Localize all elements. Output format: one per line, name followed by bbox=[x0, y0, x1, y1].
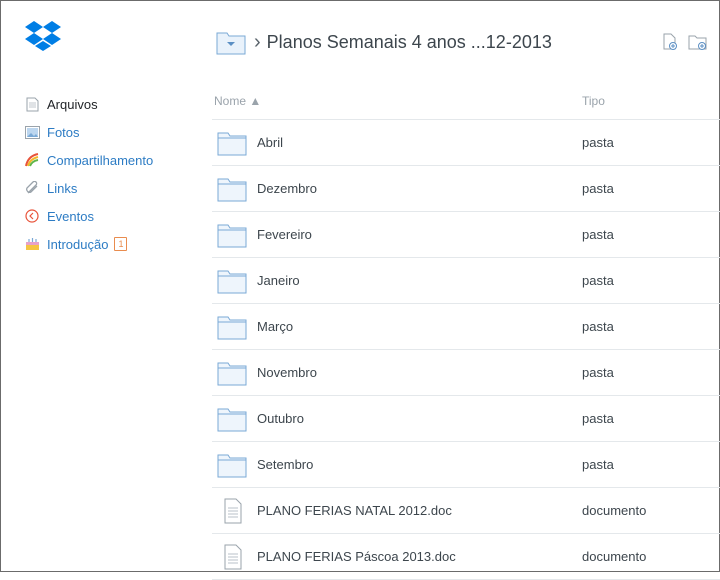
file-type: documento bbox=[582, 503, 647, 518]
table-row[interactable]: Março pasta bbox=[212, 304, 720, 350]
folder-icon bbox=[217, 454, 247, 478]
photo-icon bbox=[24, 124, 40, 140]
file-name[interactable]: PLANO FERIAS NATAL 2012.doc bbox=[257, 503, 452, 518]
sidebar: Arquivos Fotos Compartilhamento Links Ev… bbox=[24, 90, 194, 258]
cake-icon bbox=[24, 236, 40, 252]
new-folder-icon[interactable] bbox=[688, 33, 708, 51]
document-icon bbox=[224, 498, 242, 524]
file-type: pasta bbox=[582, 319, 614, 334]
header-actions bbox=[662, 33, 708, 51]
table-row[interactable]: Abril pasta bbox=[212, 120, 720, 166]
sidebar-item-compartilhamento[interactable]: Compartilhamento bbox=[24, 146, 194, 174]
sidebar-item-eventos[interactable]: Eventos bbox=[24, 202, 194, 230]
table-row[interactable]: Janeiro pasta bbox=[212, 258, 720, 304]
sidebar-item-label: Fotos bbox=[47, 124, 80, 140]
table-row[interactable]: Fevereiro pasta bbox=[212, 212, 720, 258]
sidebar-item-label: Links bbox=[47, 180, 78, 196]
sidebar-item-arquivos[interactable]: Arquivos bbox=[24, 90, 194, 118]
clock-icon bbox=[24, 208, 40, 224]
sidebar-item-fotos[interactable]: Fotos bbox=[24, 118, 194, 146]
folder-icon bbox=[217, 178, 247, 202]
notification-badge: 1 bbox=[114, 237, 128, 251]
file-name[interactable]: Novembro bbox=[257, 365, 317, 380]
new-file-icon[interactable] bbox=[662, 33, 678, 51]
file-name[interactable]: Fevereiro bbox=[257, 227, 312, 242]
table-row[interactable]: Novembro pasta bbox=[212, 350, 720, 396]
sidebar-item-label: Arquivos bbox=[47, 96, 98, 112]
column-header-name[interactable]: Nome ▲ bbox=[214, 94, 261, 108]
file-icon bbox=[24, 96, 40, 112]
file-name[interactable]: Setembro bbox=[257, 457, 313, 472]
folder-icon bbox=[217, 362, 247, 386]
breadcrumb: › Planos Semanais 4 anos ...12-2013 bbox=[216, 24, 552, 60]
folder-icon bbox=[217, 408, 247, 432]
file-name[interactable]: Janeiro bbox=[257, 273, 300, 288]
file-type: pasta bbox=[582, 411, 614, 426]
document-icon bbox=[224, 544, 242, 570]
folder-icon bbox=[217, 316, 247, 340]
breadcrumb-separator: › bbox=[254, 30, 261, 53]
sidebar-item-label: Eventos bbox=[47, 208, 94, 224]
file-type: pasta bbox=[582, 365, 614, 380]
table-row[interactable]: PLANO FERIAS Páscoa 2013.doc documento bbox=[212, 534, 720, 580]
sidebar-item-links[interactable]: Links bbox=[24, 174, 194, 202]
folder-dropdown-icon[interactable] bbox=[216, 29, 246, 55]
file-type: pasta bbox=[582, 227, 614, 242]
page-title: Planos Semanais 4 anos ...12-2013 bbox=[266, 31, 552, 52]
folder-icon bbox=[217, 270, 247, 294]
folder-icon bbox=[217, 224, 247, 248]
file-type: pasta bbox=[582, 135, 614, 150]
file-name[interactable]: Abril bbox=[257, 135, 283, 150]
file-name[interactable]: Dezembro bbox=[257, 181, 317, 196]
file-name[interactable]: Março bbox=[257, 319, 293, 334]
column-header-type[interactable]: Tipo bbox=[582, 94, 605, 108]
table-row[interactable]: PLANO FERIAS NATAL 2012.doc documento bbox=[212, 488, 720, 534]
file-list: Abril pasta Dezembro pasta Fevereiro pasta Jan… bbox=[212, 119, 720, 580]
sidebar-item-label: Compartilhamento bbox=[47, 152, 154, 168]
link-icon bbox=[24, 180, 40, 196]
table-row[interactable]: Outubro pasta bbox=[212, 396, 720, 442]
folder-icon bbox=[217, 132, 247, 156]
sidebar-item-label: Introdução bbox=[47, 236, 109, 252]
table-row[interactable]: Dezembro pasta bbox=[212, 166, 720, 212]
rainbow-icon bbox=[24, 152, 40, 168]
file-name[interactable]: PLANO FERIAS Páscoa 2013.doc bbox=[257, 549, 456, 564]
file-type: pasta bbox=[582, 457, 614, 472]
sidebar-item-introducao[interactable]: Introdução 1 bbox=[24, 230, 194, 258]
file-name[interactable]: Outubro bbox=[257, 411, 304, 426]
file-type: documento bbox=[582, 549, 647, 564]
dropbox-logo-icon[interactable] bbox=[24, 20, 62, 54]
table-row[interactable]: Setembro pasta bbox=[212, 442, 720, 488]
file-type: pasta bbox=[582, 273, 614, 288]
file-type: pasta bbox=[582, 181, 614, 196]
